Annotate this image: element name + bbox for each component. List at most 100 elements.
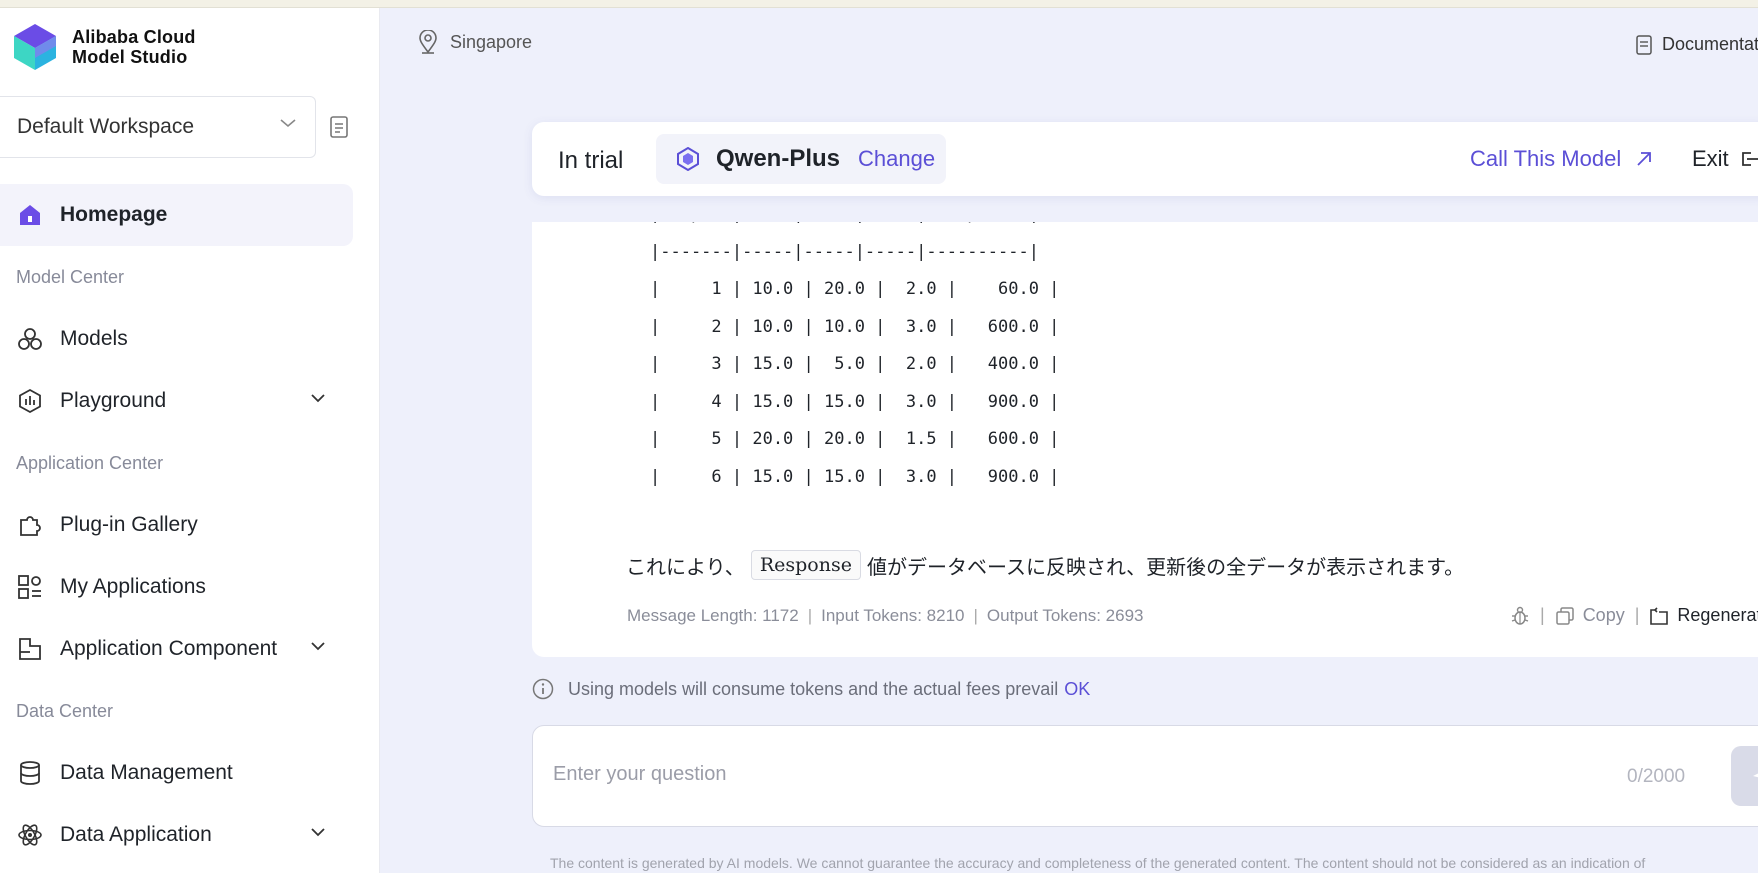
brand-logo-block[interactable]: Alibaba Cloud Model Studio	[12, 22, 196, 72]
send-icon	[1753, 773, 1758, 778]
sidebar-item-label: Homepage	[60, 203, 168, 226]
doc-icon[interactable]	[330, 116, 348, 138]
model-logo-icon	[677, 147, 699, 171]
sidebar-item-models[interactable]: Models	[0, 308, 380, 370]
separator: |	[1634, 605, 1640, 625]
input-tokens: Input Tokens: 8210	[821, 606, 965, 625]
home-icon	[20, 205, 40, 225]
assistant-message-card: | ExpNo | A | B | C | Response | |------…	[532, 222, 1758, 657]
model-bar: In trial Qwen-Plus Change Call This Mode…	[532, 122, 1758, 196]
message-actions: | Copy | Regenerate	[1510, 605, 1758, 626]
sidebar-item-homepage[interactable]: Homepage	[0, 184, 353, 246]
inline-code: Response	[750, 550, 861, 580]
sidebar-item-label: My Applications	[60, 575, 206, 598]
separator: |	[1540, 605, 1545, 625]
sidebar-item-data-application[interactable]: Data Application	[0, 804, 380, 866]
table-row: | 3 | 15.0 | 5.0 | 2.0 | 400.0 |	[650, 354, 1060, 374]
sidebar-item-label: Models	[60, 327, 128, 350]
brand-line-1: Alibaba Cloud	[72, 27, 196, 47]
chevron-down-icon	[311, 394, 325, 403]
trial-status: In trial	[558, 147, 624, 174]
message-length: Message Length: 1172	[627, 606, 799, 625]
region-label: Singapore	[450, 31, 533, 52]
arrow-up-right-icon	[1637, 152, 1652, 166]
workspace-selector[interactable]: Default Workspace	[0, 96, 316, 158]
documentation-link[interactable]: Documentation	[1636, 34, 1758, 55]
output-tokens: Output Tokens: 2693	[986, 606, 1144, 625]
exit-label: Exit	[1692, 146, 1729, 171]
copy-button[interactable]: Copy	[1555, 605, 1625, 626]
copy-label: Copy	[1582, 605, 1625, 625]
sidebar-item-plugin-gallery[interactable]: Plug-in Gallery	[0, 494, 380, 556]
message-summary-text: これにより、 Response 値がデータベースに反映され、更新後の全データが表…	[626, 550, 1464, 580]
playground-icon	[19, 388, 41, 414]
nav-section-application-center: Application Center	[16, 452, 164, 473]
brand-name: Alibaba Cloud Model Studio	[72, 27, 196, 67]
atom-icon	[18, 824, 42, 846]
regenerate-button[interactable]: Regenerate	[1649, 605, 1758, 626]
model-name: Qwen-Plus	[716, 145, 841, 172]
table-row: | 1 | 10.0 | 20.0 | 2.0 | 60.0 |	[650, 279, 1060, 299]
sidebar: Alibaba Cloud Model Studio Default Works…	[0, 8, 380, 873]
models-icon	[18, 328, 42, 350]
brand-line-2: Model Studio	[72, 47, 188, 67]
chevron-down-icon	[311, 642, 325, 651]
table-row: | 4 | 15.0 | 15.0 | 3.0 | 900.0 |	[650, 391, 1060, 412]
model-selector[interactable]: Qwen-Plus Change	[656, 134, 946, 184]
char-counter: 0/2000	[1627, 766, 1686, 787]
apps-icon	[18, 575, 41, 599]
region-selector[interactable]: Singapore	[418, 30, 532, 54]
documentation-label: Documentation	[1662, 34, 1758, 54]
fee-notice-text: Using models will consume tokens and the…	[568, 678, 1059, 699]
sidebar-item-label: Data Management	[60, 761, 233, 784]
sidebar-item-playground[interactable]: Playground	[0, 370, 380, 432]
regenerate-label: Regenerate	[1677, 605, 1758, 625]
table-row: | 2 | 10.0 | 10.0 | 3.0 | 600.0 |	[650, 316, 1060, 337]
data-table-text: | ExpNo | A | B | C | Response | |------…	[650, 222, 1059, 496]
exit-icon	[1741, 152, 1758, 166]
call-model-label: Call This Model	[1470, 146, 1622, 171]
separator: |	[973, 606, 978, 625]
sidebar-item-label: Playground	[60, 389, 167, 412]
sidebar-nav: Homepage Model Center Models Playground …	[0, 184, 380, 866]
copy-icon	[1555, 606, 1574, 625]
message-text-before: これにより、	[626, 554, 745, 579]
bug-icon[interactable]	[1510, 606, 1530, 626]
separator: |	[807, 606, 813, 625]
question-input-box: 0/2000	[532, 725, 1758, 827]
ai-disclaimer: The content is generated by AI models. W…	[550, 855, 1646, 871]
exit-button[interactable]: Exit	[1692, 146, 1758, 172]
change-model-link[interactable]: Change	[858, 146, 935, 172]
table-row: | 5 | 20.0 | 20.0 | 1.5 | 600.0 |	[650, 429, 1060, 449]
fee-notice: Using models will consume tokens and the…	[532, 678, 1090, 700]
sidebar-item-my-applications[interactable]: My Applications	[0, 556, 380, 618]
database-icon	[20, 761, 40, 785]
table-row: | ExpNo | A | B | C | Response |	[650, 222, 1059, 234]
message-stats: Message Length: 1172 | Input Tokens: 821…	[627, 606, 1143, 626]
send-button[interactable]	[1731, 746, 1758, 806]
info-icon	[532, 678, 554, 700]
sidebar-item-label: Data Application	[60, 823, 212, 846]
brand-logo-icon	[14, 24, 56, 70]
plugin-icon	[20, 516, 41, 536]
chevron-down-icon	[311, 828, 325, 837]
sidebar-item-data-management[interactable]: Data Management	[0, 742, 380, 804]
sidebar-item-application-component[interactable]: Application Component	[0, 618, 380, 680]
sidebar-item-label: Application Component	[60, 637, 278, 660]
workspace-label: Default Workspace	[17, 115, 195, 138]
call-model-link[interactable]: Call This Model	[1470, 146, 1653, 172]
doc-icon	[1636, 34, 1652, 55]
regenerate-icon	[1650, 606, 1669, 625]
location-icon	[419, 30, 437, 54]
table-row: |-------|-----|-----|-----|----------|	[650, 241, 1039, 262]
chevron-down-icon	[280, 119, 296, 128]
table-row: | 6 | 15.0 | 15.0 | 3.0 | 900.0 |	[650, 466, 1060, 487]
nav-section-model-center: Model Center	[16, 266, 125, 287]
component-icon	[19, 638, 41, 660]
fee-notice-ok-link[interactable]: OK	[1064, 679, 1090, 700]
nav-section-data-center: Data Center	[16, 700, 114, 721]
message-text-after: 値がデータベースに反映され、更新後の全データが表示されます。	[866, 554, 1465, 579]
browser-top-strip	[0, 0, 1758, 8]
question-input[interactable]	[553, 756, 1453, 792]
sidebar-item-label: Plug-in Gallery	[60, 513, 198, 536]
